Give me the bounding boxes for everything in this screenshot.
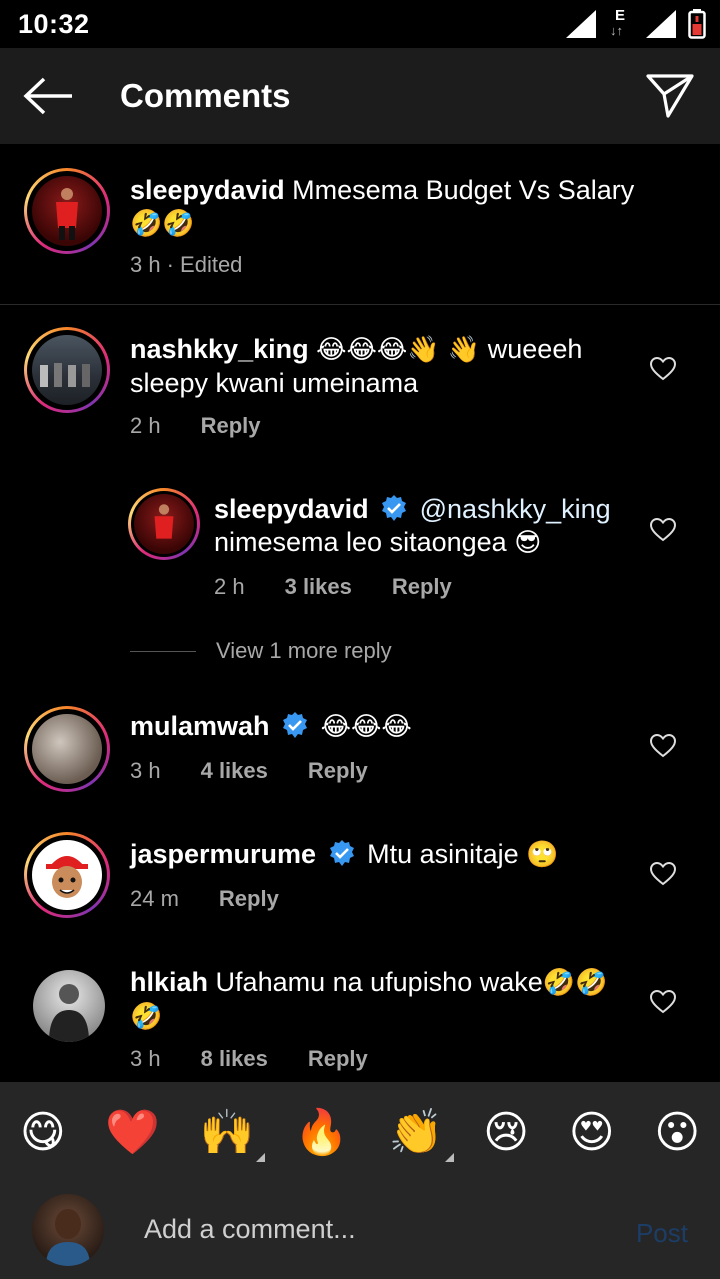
comment-text: mulamwah 😂😂😂 <box>130 710 630 744</box>
emoji-yum-button[interactable]: 😋 <box>20 1107 66 1158</box>
reply-mention[interactable]: @nashkky_king <box>420 494 611 524</box>
comment-emoji: 🤣🤣 <box>542 968 608 998</box>
app-bar: Comments <box>0 48 720 144</box>
reply-time: 2 h <box>214 574 245 599</box>
post-caption: sleepydavid Mmesema Budget Vs Salary 🤣🤣 … <box>0 144 720 305</box>
comment-text: jaspermurume Mtu asinitaje 🙄 <box>130 838 630 872</box>
reply-username[interactable]: sleepydavid <box>214 494 369 524</box>
emoji-clap-button[interactable]: 👏 <box>388 1106 454 1162</box>
comment-meta: 3 h 8 likes Reply <box>130 1046 368 1072</box>
avatar[interactable] <box>33 970 105 1042</box>
verified-badge-icon <box>382 495 407 521</box>
verified-badge-icon <box>329 840 354 866</box>
comment-item: hlkiah Ufahamu na ufupisho wake🤣🤣 🤣 3 h … <box>0 950 720 1082</box>
reply-body: nimesema leo sitaongea <box>214 527 507 557</box>
comment-username[interactable]: nashkky_king <box>130 334 309 364</box>
emoji-heart-button[interactable]: ❤️ <box>105 1106 160 1158</box>
likes-count[interactable]: 8 likes <box>201 1046 268 1072</box>
comment-meta: 3 h 4 likes Reply <box>130 758 368 784</box>
comment-time: 2 h <box>130 413 161 438</box>
comment-body-line2: sleepy kwani umeinama <box>130 368 419 398</box>
comment-composer: Add a comment... Post <box>0 1182 720 1279</box>
emoji-surprised-button[interactable]: 😮 <box>654 1107 700 1158</box>
comment-emoji-line2: 🤣 <box>130 1002 163 1032</box>
avatar[interactable] <box>128 488 200 560</box>
comment-emoji: 🙄 <box>526 840 559 870</box>
network-type-label: E <box>615 7 626 24</box>
reply-button[interactable]: Reply <box>308 1046 368 1072</box>
comment-time: 3 h <box>130 1046 161 1071</box>
likes-count[interactable]: 3 likes <box>285 574 352 600</box>
post-button[interactable]: Post <box>636 1218 688 1249</box>
status-bar: 10:32 E ↓↑ <box>0 0 720 48</box>
reply-button[interactable]: Reply <box>201 413 261 439</box>
quick-emoji-bar: 😋 ❤️ 🙌 🔥 👏 😢 😍 😮 <box>0 1082 720 1182</box>
emoji-raised-hands: 🙌 <box>199 1107 255 1158</box>
comment-emoji: 😂😂😂👋 👋 <box>316 335 481 365</box>
comment-time: 24 m <box>130 886 179 911</box>
signal-icon-2 <box>646 10 676 38</box>
avatar[interactable] <box>24 327 110 413</box>
send-icon[interactable] <box>646 72 694 118</box>
like-heart-icon[interactable] <box>650 862 676 886</box>
reply-emoji: 😎 <box>514 528 542 558</box>
divider <box>130 650 196 652</box>
comment-username[interactable]: hlkiah <box>130 967 208 997</box>
comment-body: Mtu asinitaje <box>367 839 519 869</box>
comment-item: jaspermurume Mtu asinitaje 🙄 24 m Reply <box>0 820 720 940</box>
comment-text: hlkiah Ufahamu na ufupisho wake🤣🤣 🤣 <box>130 966 630 1034</box>
comment-body: wueeeh <box>487 334 583 364</box>
signal-icon <box>566 10 596 38</box>
avatar[interactable] <box>24 832 110 918</box>
avatar[interactable] <box>24 706 110 792</box>
reply-text: sleepydavid @nashkky_king nimesema leo s… <box>214 493 634 560</box>
reply-button[interactable]: Reply <box>219 886 279 912</box>
caption-time: 3 h <box>130 252 161 277</box>
comment-body: Ufahamu na ufupisho wake <box>215 967 543 997</box>
emoji-cry-button[interactable]: 😢 <box>483 1107 529 1158</box>
comment-meta: 2 h Reply <box>130 413 261 439</box>
emoji-clap: 👏 <box>388 1107 444 1158</box>
caption-emoji: 🤣🤣 <box>130 209 195 239</box>
caption-meta: 3 h · Edited <box>130 252 242 278</box>
network-type-icon: E ↓↑ <box>610 7 626 38</box>
comment-input[interactable]: Add a comment... <box>144 1214 356 1245</box>
caption-username[interactable]: sleepydavid <box>130 175 285 205</box>
comment-username[interactable]: jaspermurume <box>130 839 316 869</box>
avatar[interactable] <box>24 168 110 254</box>
comment-reply-item: sleepydavid @nashkky_king nimesema leo s… <box>0 470 720 620</box>
emoji-fire-button[interactable]: 🔥 <box>294 1106 349 1158</box>
like-heart-icon[interactable] <box>650 518 676 542</box>
likes-count[interactable]: 4 likes <box>201 758 268 784</box>
caption-edited: · Edited <box>166 252 243 277</box>
back-arrow-icon[interactable] <box>22 76 74 116</box>
emoji-heart-eyes-button[interactable]: 😍 <box>569 1107 615 1158</box>
status-time: 10:32 <box>18 9 90 39</box>
caption-body: Mmesema Budget Vs Salary <box>292 175 635 205</box>
avatar <box>32 1194 104 1266</box>
like-heart-icon[interactable] <box>650 990 676 1014</box>
comment-emoji: 😂😂😂 <box>320 712 412 742</box>
comment-meta: 24 m Reply <box>130 886 279 912</box>
reply-button[interactable]: Reply <box>308 758 368 784</box>
reply-meta: 2 h 3 likes Reply <box>214 574 452 600</box>
view-more-replies[interactable]: View 1 more reply <box>130 638 392 664</box>
view-more-label[interactable]: View 1 more reply <box>216 638 392 664</box>
emoji-raised-hands-button[interactable]: 🙌 <box>199 1106 265 1162</box>
skin-tone-indicator <box>255 1153 265 1162</box>
skin-tone-indicator <box>444 1153 454 1162</box>
comment-username[interactable]: mulamwah <box>130 711 270 741</box>
like-heart-icon[interactable] <box>650 357 676 381</box>
reply-button[interactable]: Reply <box>392 574 452 600</box>
battery-icon <box>688 9 706 39</box>
comment-item: nashkky_king 😂😂😂👋 👋 wueeeh sleepy kwani … <box>0 305 720 465</box>
like-heart-icon[interactable] <box>650 734 676 758</box>
page-title: Comments <box>120 77 291 114</box>
caption-text: sleepydavid Mmesema Budget Vs Salary 🤣🤣 <box>130 174 670 241</box>
comment-time: 3 h <box>130 758 161 783</box>
comment-item: mulamwah 😂😂😂 3 h 4 likes Reply <box>0 690 720 810</box>
comment-text: nashkky_king 😂😂😂👋 👋 wueeeh sleepy kwani … <box>130 333 630 400</box>
verified-badge-icon <box>283 712 308 738</box>
status-icons: E ↓↑ <box>566 7 706 40</box>
